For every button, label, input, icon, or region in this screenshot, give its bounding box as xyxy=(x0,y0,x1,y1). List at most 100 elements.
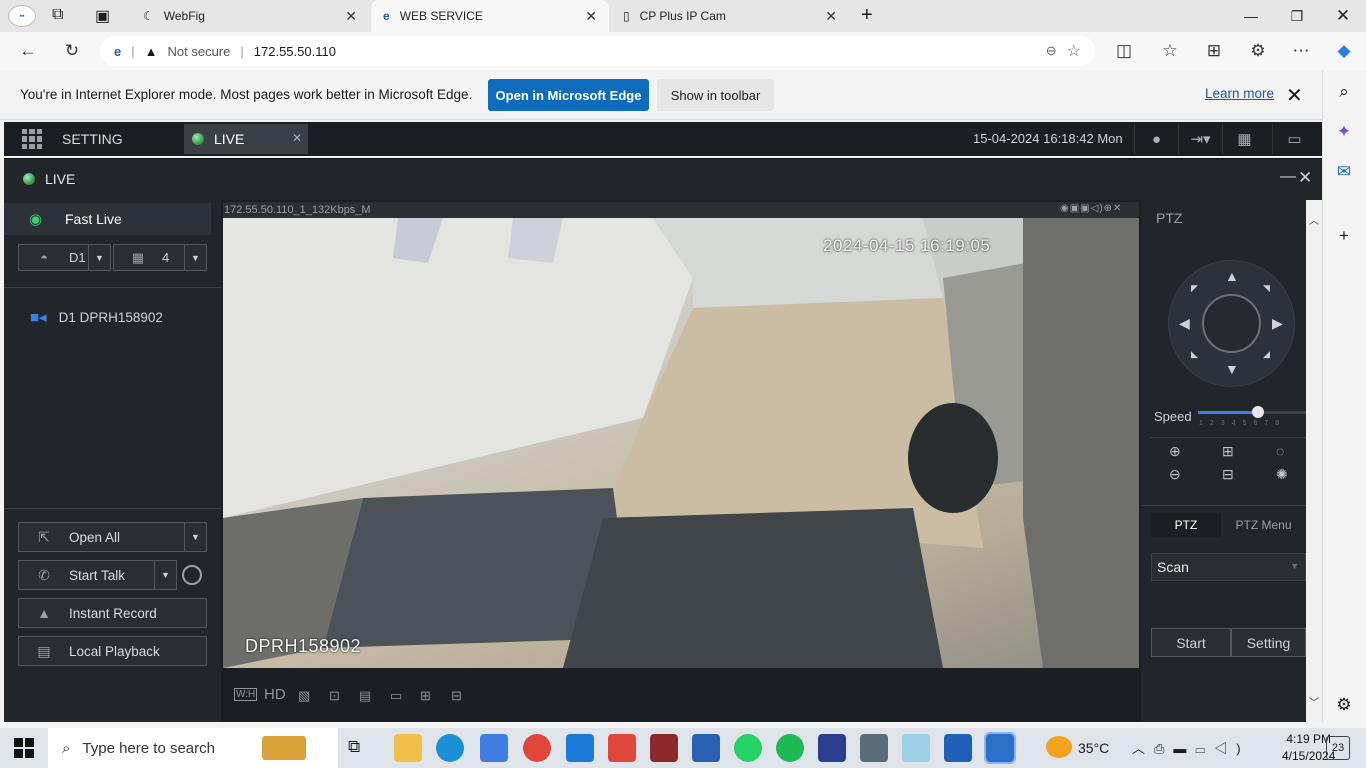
fit-screen-icon[interactable]: ⊡ xyxy=(329,688,340,704)
refresh-icon[interactable]: ↻ xyxy=(56,36,88,66)
ie-mode-icon[interactable]: e xyxy=(114,44,121,59)
chevron-down-icon[interactable]: ▼ xyxy=(184,523,206,551)
temperature[interactable]: 35°C xyxy=(1078,740,1109,756)
scroll-down-icon[interactable]: ﹀ xyxy=(1309,694,1319,709)
task-view-icon[interactable]: ⧉ xyxy=(348,737,360,757)
close-live-tab-icon[interactable]: ✕ xyxy=(292,131,302,145)
tab-webfig[interactable]: ☾ WebFig ✕ xyxy=(131,0,369,32)
open-all-button[interactable]: ⇱ Open All ▼ xyxy=(18,522,207,552)
speed-slider-knob[interactable] xyxy=(1252,406,1264,418)
more-menu-icon[interactable]: ⋯ xyxy=(1285,36,1317,66)
channel-select[interactable]: ◓ D1 ▼ xyxy=(18,244,111,271)
zoom-icon[interactable]: ⊖ xyxy=(1046,43,1057,59)
copilot-icon[interactable]: ◆ xyxy=(1328,36,1360,66)
close-tab-icon[interactable]: ✕ xyxy=(345,8,357,25)
pan-up-left-icon[interactable]: ◤ xyxy=(1191,283,1198,294)
video-controls-icons[interactable]: ◉▣▣◁)⊕✕ xyxy=(1060,203,1122,214)
outlook-icon[interactable] xyxy=(944,734,972,762)
camera-feed[interactable] xyxy=(223,218,1139,668)
multi-view-icon[interactable]: ⊟ xyxy=(451,688,462,704)
talk-status-icon[interactable] xyxy=(182,565,202,585)
page-scrollbar[interactable]: ︿ ﹀ xyxy=(1306,200,1322,722)
search-icon[interactable]: ⌕ xyxy=(1330,78,1358,106)
mail-icon[interactable] xyxy=(566,734,594,762)
ptz-mode-select[interactable]: Scan ▼ xyxy=(1151,553,1306,581)
device-list-item[interactable]: ■◂ D1 DPRH158902 xyxy=(30,308,163,326)
pan-down-right-icon[interactable]: ◢ xyxy=(1263,349,1270,360)
weather-sun-icon[interactable] xyxy=(1046,736,1072,758)
single-view-icon[interactable]: ▭ xyxy=(390,688,402,704)
workspaces-icon[interactable]: ⧉ xyxy=(52,6,63,24)
live-tab[interactable]: LIVE ✕ xyxy=(184,124,308,154)
taskbar-search[interactable]: ⌕ Type here to search xyxy=(48,728,338,768)
layout-select[interactable]: ▦ 4 ▼ xyxy=(113,244,207,271)
close-tab-icon[interactable]: ✕ xyxy=(585,8,597,25)
chrome-icon[interactable] xyxy=(523,734,551,762)
aspect-ratio-button[interactable]: W:H xyxy=(234,688,258,701)
learn-more-link[interactable]: Learn more xyxy=(1205,86,1274,101)
pan-right-icon[interactable]: ▶ xyxy=(1272,315,1283,332)
quad-view-icon[interactable]: ⊞ xyxy=(420,688,431,704)
system-tray-icons[interactable]: ︿⎙▬▭◁) xyxy=(1132,738,1250,757)
outlook-icon[interactable]: ✉ xyxy=(1330,158,1358,186)
store-icon[interactable] xyxy=(480,734,508,762)
pan-up-right-icon[interactable]: ◥ xyxy=(1263,283,1270,294)
collections-icon[interactable]: ⊞ xyxy=(1198,36,1230,66)
notification-count[interactable]: 23 xyxy=(1326,736,1350,760)
ptz-start-button[interactable]: Start xyxy=(1151,628,1231,657)
user-icon[interactable]: ● xyxy=(1134,124,1178,154)
add-sidebar-icon[interactable]: + xyxy=(1330,222,1358,250)
word-icon[interactable] xyxy=(692,734,720,762)
favorite-star-icon[interactable]: ☆ xyxy=(1067,41,1081,61)
spotify-icon[interactable] xyxy=(776,734,804,762)
pan-up-icon[interactable]: ▲ xyxy=(1225,268,1239,284)
menu-grid-icon[interactable] xyxy=(22,129,42,149)
settings-gear-icon[interactable]: ⚙ xyxy=(1330,691,1358,719)
show-in-toolbar-button[interactable]: Show in toolbar xyxy=(657,79,774,111)
tab-actions-icon[interactable]: ▣ xyxy=(95,6,110,26)
ptz-setting-button[interactable]: Setting xyxy=(1231,628,1306,657)
ptz-center-button[interactable] xyxy=(1202,294,1261,353)
split-1-icon[interactable]: ▤ xyxy=(359,688,371,704)
pan-down-left-icon[interactable]: ◣ xyxy=(1191,349,1198,360)
file-explorer-icon[interactable] xyxy=(394,734,422,762)
tab-web-service[interactable]: e WEB SERVICE ✕ xyxy=(371,0,609,32)
tools-icon[interactable]: ✦ xyxy=(1330,118,1358,146)
fast-live-row[interactable]: ◉ Fast Live xyxy=(4,203,211,235)
hd-button[interactable]: HD xyxy=(264,686,286,703)
scroll-up-icon[interactable]: ︿ xyxy=(1309,212,1319,227)
minimize-icon[interactable]: — xyxy=(1228,0,1274,32)
iris-open-icon[interactable]: ◌ xyxy=(1276,443,1284,459)
iris-close-icon[interactable]: ✺ xyxy=(1276,466,1288,483)
close-tab-icon[interactable]: ✕ xyxy=(825,8,837,25)
security-label[interactable]: Not secure xyxy=(168,44,231,59)
new-tab-icon[interactable]: + xyxy=(861,4,873,27)
favorites-icon[interactable]: ☆ xyxy=(1154,36,1186,66)
chevron-down-icon[interactable]: ▼ xyxy=(88,245,110,270)
fullscreen-monitor-icon[interactable]: ▭ xyxy=(1272,124,1316,154)
focus-near-icon[interactable]: ⊞ xyxy=(1222,443,1234,460)
anydesk-icon[interactable] xyxy=(608,734,636,762)
open-in-edge-button[interactable]: Open in Microsoft Edge xyxy=(488,79,649,111)
qr-code-icon[interactable]: ▦ xyxy=(1222,124,1266,154)
local-playback-button[interactable]: ▤ Local Playback xyxy=(18,636,207,666)
split-screen-icon[interactable]: ◫ xyxy=(1108,36,1140,66)
url-field[interactable]: e | ▲ Not secure | 172.55.50.110 ⊖ ☆ xyxy=(100,36,1095,66)
profile-avatar[interactable]: ▪▪ xyxy=(8,5,36,27)
logout-icon[interactable]: ⇥▾ xyxy=(1178,124,1222,154)
whatsapp-icon[interactable] xyxy=(734,734,762,762)
windows-start-icon[interactable] xyxy=(14,738,34,758)
instant-record-button[interactable]: ▲ Instant Record xyxy=(18,598,207,628)
app-icon[interactable] xyxy=(818,734,846,762)
close-banner-icon[interactable]: ✕ xyxy=(1286,83,1303,108)
extensions-icon[interactable]: ⚙ xyxy=(1242,36,1274,66)
focus-far-icon[interactable]: ⊟ xyxy=(1222,466,1234,483)
close-panel-icon[interactable]: ✕ xyxy=(1298,168,1312,188)
tally-icon[interactable] xyxy=(650,734,678,762)
notes-icon[interactable] xyxy=(902,734,930,762)
zoom-out-icon[interactable]: ⊖ xyxy=(1169,466,1181,483)
minimize-panel-icon[interactable]: — xyxy=(1280,168,1296,186)
document-app-icon[interactable] xyxy=(860,734,888,762)
pan-left-icon[interactable]: ◀ xyxy=(1179,315,1190,332)
edge-icon[interactable] xyxy=(436,734,464,762)
